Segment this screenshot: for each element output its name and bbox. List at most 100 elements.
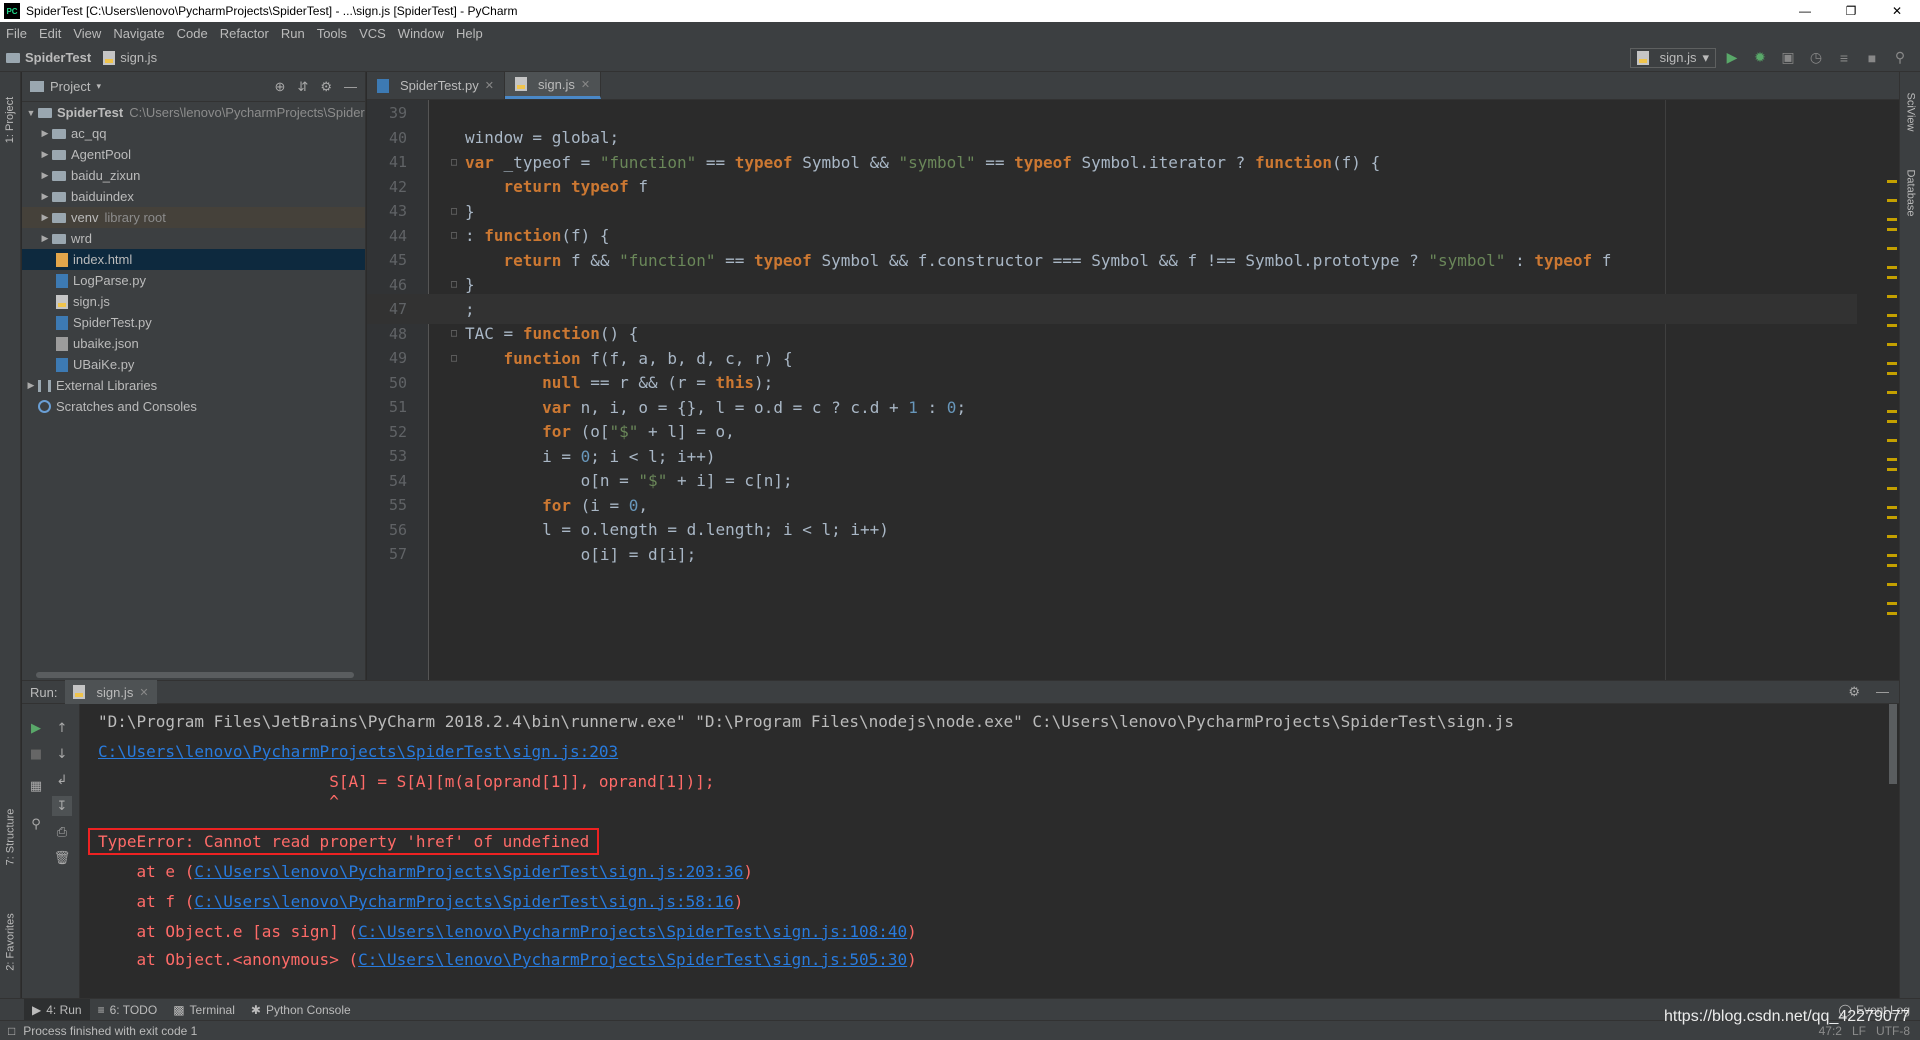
stripe-marker[interactable] [1887, 362, 1897, 365]
concurrency-icon[interactable]: ≡ [1832, 47, 1856, 69]
stripe-marker[interactable] [1887, 535, 1897, 538]
coverage-icon[interactable]: ▣ [1776, 47, 1800, 69]
tree-scratches[interactable]: Scratches and Consoles [22, 396, 365, 417]
menu-navigate[interactable]: Navigate [107, 26, 170, 41]
chevron-down-icon[interactable]: ▾ [96, 81, 101, 92]
menu-view[interactable]: View [67, 26, 107, 41]
menu-edit[interactable]: Edit [33, 26, 67, 41]
stripe-marker[interactable] [1887, 564, 1897, 567]
gear-icon[interactable]: ⚙ [320, 79, 332, 95]
collapse-all-icon[interactable]: ⇵ [297, 79, 308, 95]
status-toggle-icon[interactable]: □ [8, 1024, 15, 1038]
console-scrollbar[interactable] [1885, 704, 1899, 998]
debug-icon[interactable]: ✹ [1748, 47, 1772, 69]
close-button[interactable]: ✕ [1874, 0, 1920, 22]
code-editor[interactable]: 39 40 window = global; 41 □ var _typeof = "fu… [367, 100, 1899, 680]
chevron-right-icon[interactable]: ▶ [38, 233, 52, 244]
fold-marker-icon[interactable]: □ [443, 353, 465, 364]
scroll-to-end-icon[interactable]: ↧ [52, 796, 72, 816]
breadcrumb-project[interactable]: SpiderTest [0, 50, 97, 65]
run-console[interactable]: "D:\Program Files\JetBrains\PyCharm 2018… [80, 704, 1899, 998]
tree-folder-wrd[interactable]: ▶ wrd [22, 228, 365, 249]
locate-icon[interactable]: ⊕ [275, 79, 286, 95]
tool-tab-todo[interactable]: ≡ 6: TODO [90, 999, 166, 1021]
stripe-marker[interactable] [1887, 343, 1897, 346]
console-source-link[interactable]: C:\Users\lenovo\PycharmProjects\SpiderTe… [98, 742, 618, 761]
tree-file-ubaike-json[interactable]: ubaike.json [22, 333, 365, 354]
tool-tab-run[interactable]: ▶ 4: Run [24, 998, 90, 1021]
tree-folder-agentpool[interactable]: ▶ AgentPool [22, 144, 365, 165]
menu-help[interactable]: Help [450, 26, 489, 41]
tree-file-sign-js[interactable]: sign.js [22, 291, 365, 312]
menu-run[interactable]: Run [275, 26, 311, 41]
fold-marker-icon[interactable]: □ [443, 157, 465, 168]
stripe-marker[interactable] [1887, 218, 1897, 221]
trash-icon[interactable]: 🗑 [52, 848, 72, 868]
error-stripe[interactable] [1885, 100, 1899, 680]
stripe-marker[interactable] [1887, 458, 1897, 461]
stack-link[interactable]: C:\Users\lenovo\PycharmProjects\SpiderTe… [194, 892, 733, 911]
tree-folder-ac-qq[interactable]: ▶ ac_qq [22, 123, 365, 144]
tab-structure-tool[interactable]: 7: Structure [0, 792, 21, 882]
chevron-right-icon[interactable]: ▶ [24, 380, 38, 391]
run-config-dropdown[interactable]: sign.js ▾ [1629, 47, 1716, 68]
profile-icon[interactable]: ◷ [1804, 47, 1828, 69]
chevron-down-icon[interactable]: ▼ [24, 108, 38, 118]
fold-marker-icon[interactable]: □ [443, 230, 465, 241]
stripe-marker[interactable] [1887, 487, 1897, 490]
stripe-marker[interactable] [1887, 266, 1897, 269]
stack-link[interactable]: C:\Users\lenovo\PycharmProjects\SpiderTe… [194, 862, 743, 881]
chevron-right-icon[interactable]: ▶ [38, 170, 52, 181]
tool-tab-python-console[interactable]: ✱ Python Console [243, 999, 359, 1021]
stop-icon[interactable]: ■ [26, 744, 46, 764]
stripe-marker[interactable] [1887, 612, 1897, 615]
gear-icon[interactable]: ⚙ [1848, 684, 1860, 700]
hide-icon[interactable]: — [344, 79, 357, 95]
stripe-marker[interactable] [1887, 199, 1897, 202]
pin-icon[interactable]: ⚲ [26, 814, 46, 834]
menu-file[interactable]: File [0, 26, 33, 41]
stripe-marker[interactable] [1887, 247, 1897, 250]
menu-refactor[interactable]: Refactor [214, 26, 275, 41]
minimize-button[interactable]: — [1782, 0, 1828, 22]
stripe-marker[interactable] [1887, 391, 1897, 394]
print-icon[interactable]: ⎙ [52, 822, 72, 842]
chevron-right-icon[interactable]: ▶ [38, 191, 52, 202]
run-icon[interactable]: ▶ [1720, 47, 1744, 69]
stripe-marker[interactable] [1887, 554, 1897, 557]
tree-file-ubaike-py[interactable]: UBaiKe.py [22, 354, 365, 375]
project-view-selector[interactable]: Project [50, 79, 90, 94]
soft-wrap-icon[interactable]: ↲ [52, 770, 72, 790]
fold-marker-icon[interactable]: □ [443, 279, 465, 290]
close-tab-icon[interactable]: ✕ [485, 79, 494, 92]
stripe-marker[interactable] [1887, 506, 1897, 509]
stripe-marker[interactable] [1887, 420, 1897, 423]
close-tab-icon[interactable]: ✕ [581, 78, 590, 91]
tab-project-tool[interactable]: 1: Project [0, 80, 21, 160]
menu-window[interactable]: Window [392, 26, 450, 41]
tree-file-logparse-py[interactable]: LogParse.py [22, 270, 365, 291]
breadcrumb-file[interactable]: sign.js [97, 50, 163, 65]
tab-database-tool[interactable]: Database [1900, 158, 1920, 228]
stripe-marker[interactable] [1887, 468, 1897, 471]
code-line[interactable]: 57 o[i] = d[i]; [367, 539, 1857, 569]
stripe-marker[interactable] [1887, 602, 1897, 605]
tool-tab-terminal[interactable]: ▩ Terminal [165, 999, 243, 1021]
run-tab-sign-js[interactable]: sign.js ✕ [65, 680, 157, 704]
chevron-right-icon[interactable]: ▶ [38, 212, 52, 223]
close-tab-icon[interactable]: ✕ [139, 686, 148, 699]
stack-link[interactable]: C:\Users\lenovo\PycharmProjects\SpiderTe… [358, 950, 907, 969]
stripe-marker[interactable] [1887, 439, 1897, 442]
search-everywhere-icon[interactable]: ⚲ [1888, 47, 1912, 69]
tree-file-index-html[interactable]: index.html [22, 249, 365, 270]
fold-marker-icon[interactable]: □ [443, 206, 465, 217]
tree-external-libraries[interactable]: ▶ External Libraries [22, 375, 365, 396]
stripe-marker[interactable] [1887, 372, 1897, 375]
menu-tools[interactable]: Tools [311, 26, 353, 41]
stripe-marker[interactable] [1887, 276, 1897, 279]
tab-spidertest-py[interactable]: SpiderTest.py ✕ [367, 72, 505, 99]
stripe-marker[interactable] [1887, 180, 1897, 183]
stripe-marker[interactable] [1887, 228, 1897, 231]
tab-favorites-tool[interactable]: 2: Favorites [0, 897, 21, 987]
console-scroll-thumb[interactable] [1889, 704, 1897, 784]
